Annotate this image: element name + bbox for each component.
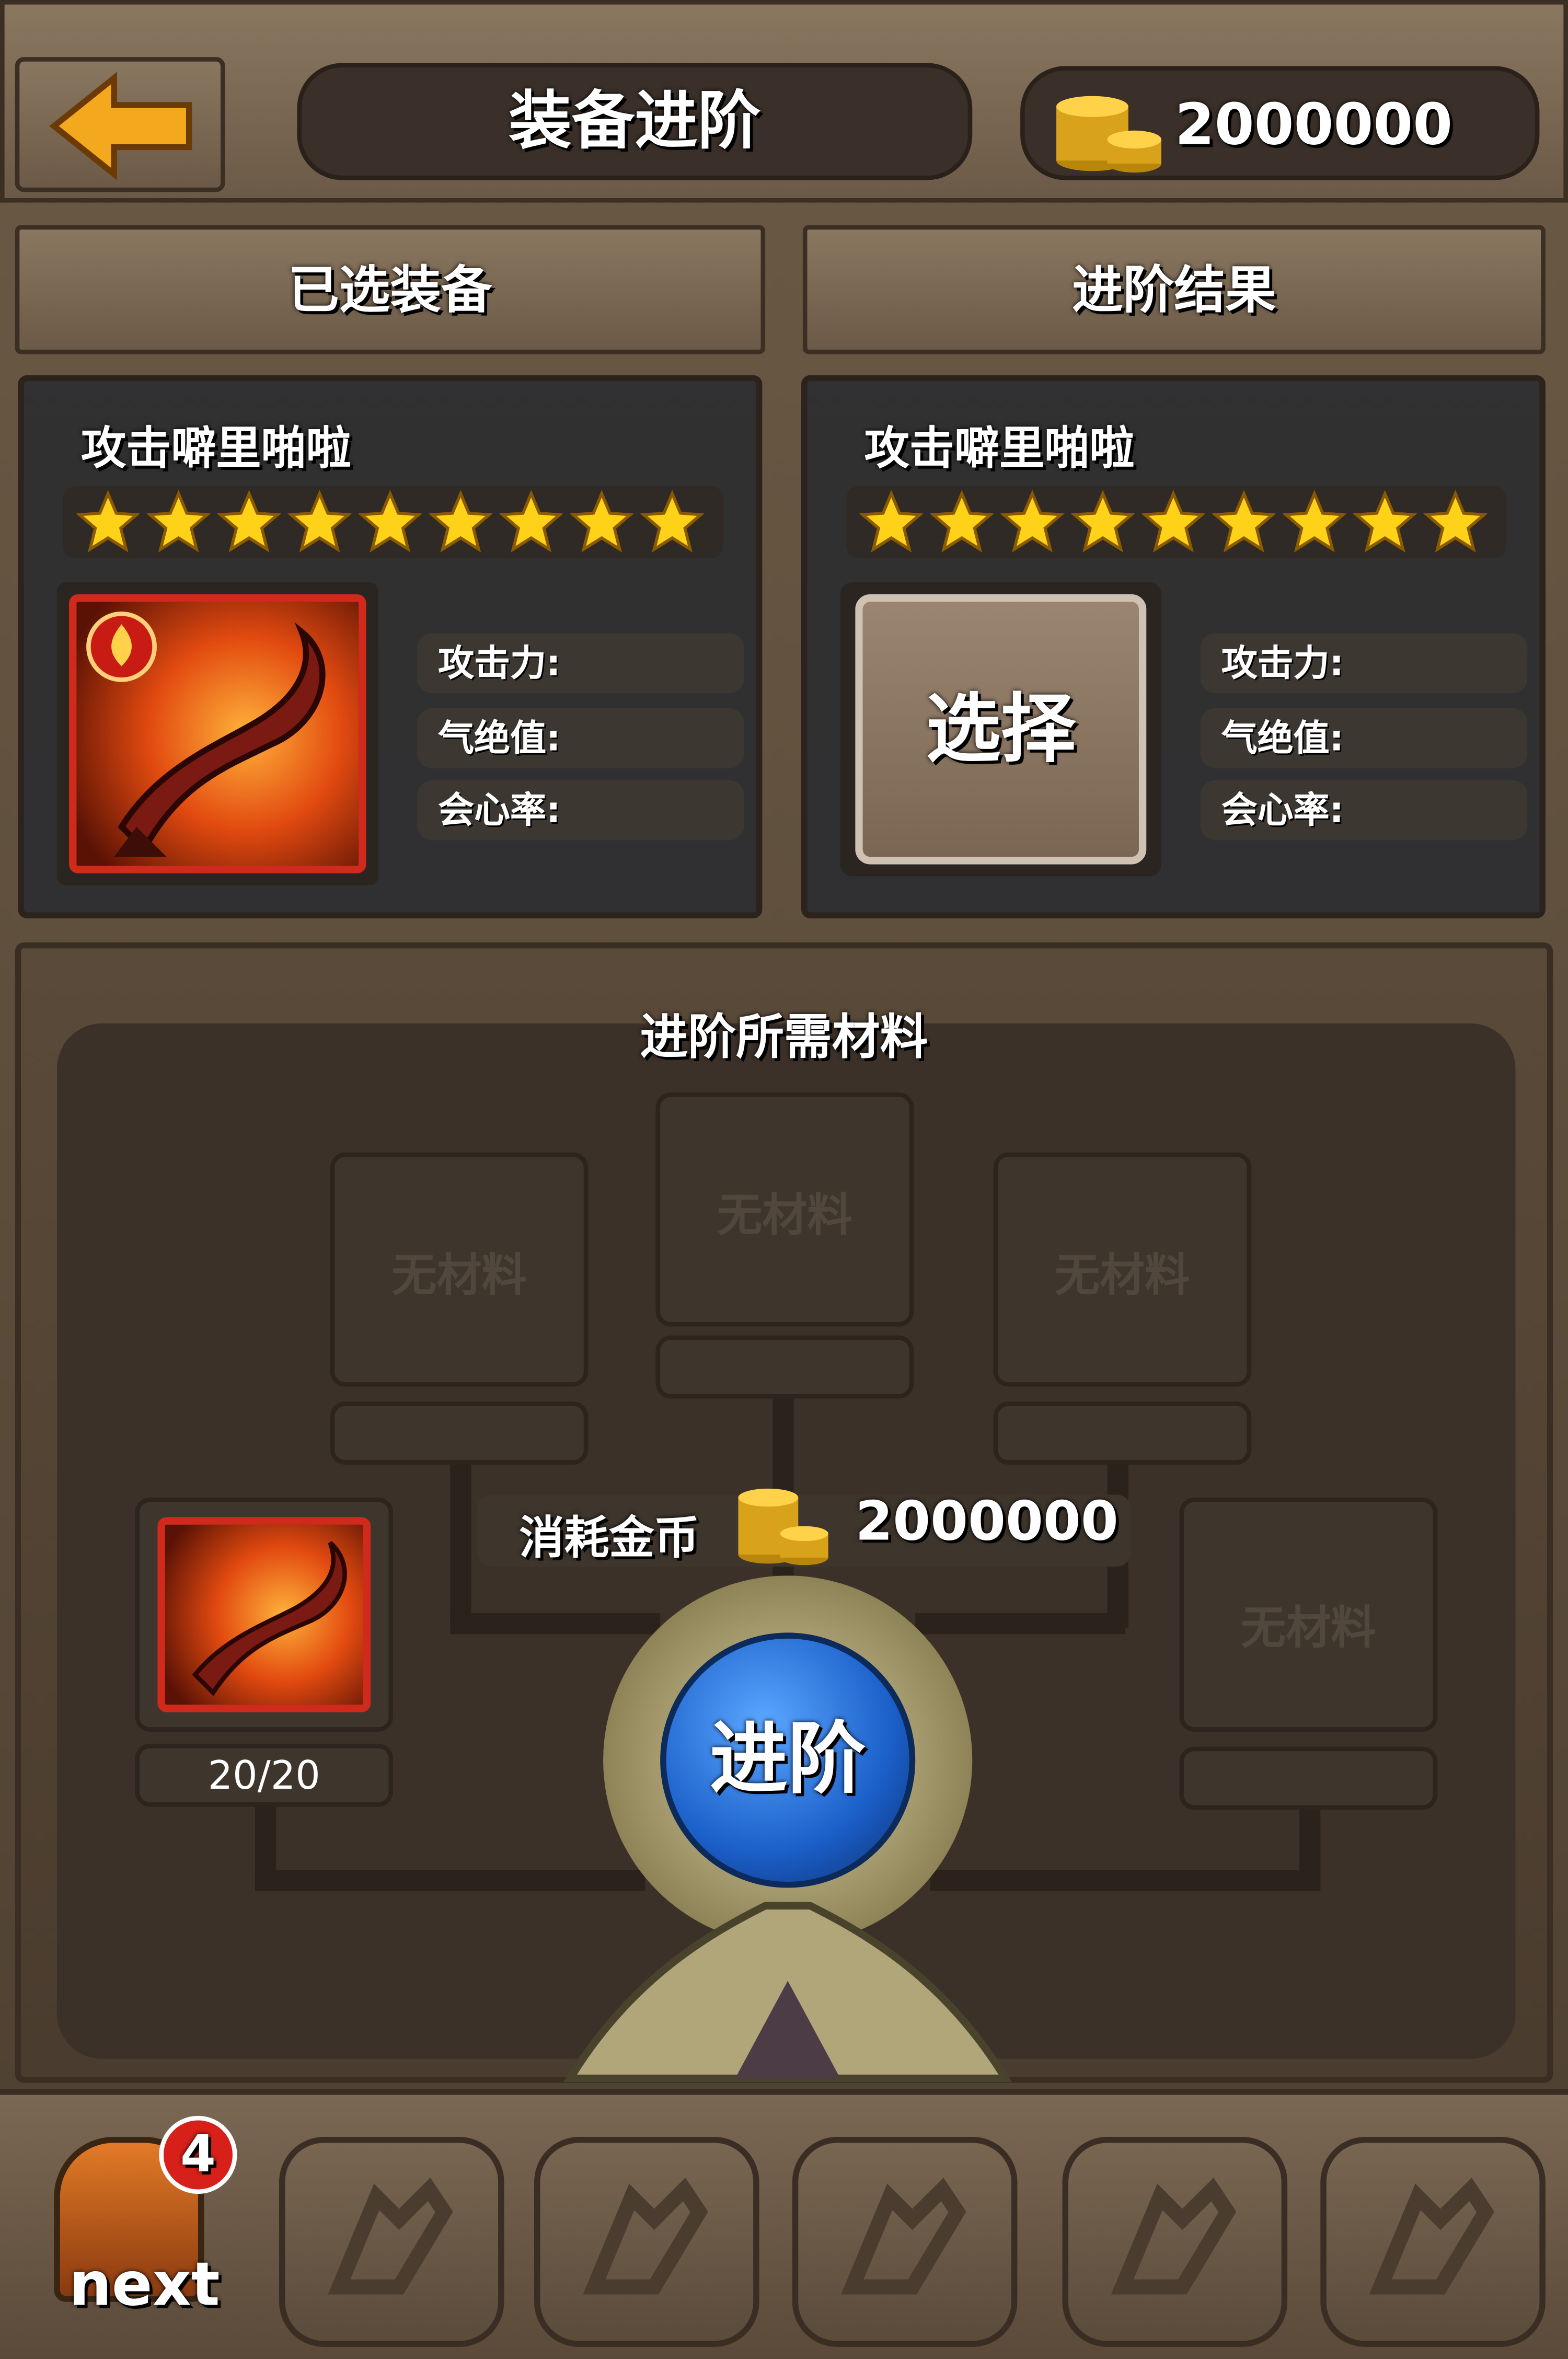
material-slot-4-label [1179,1746,1438,1810]
star-icon [569,489,635,555]
owned-material-count-box: 20/20 [135,1743,394,1807]
upgrade-button[interactable]: 进阶 [660,1632,916,1888]
tab-selected-equipment[interactable]: 已选装备 [15,225,766,354]
coin-display: 2000000 [1020,66,1540,180]
material-slot-1[interactable]: 无材料 [330,1152,589,1387]
star-icon [1352,489,1418,555]
star-icon [1140,489,1206,555]
upgrade-button-label: 进阶 [709,1715,866,1805]
cost-label: 消耗金币 [519,1512,699,1566]
owned-material-count: 20/20 [207,1754,320,1800]
star-icon [498,489,564,555]
page-title-box: 装备进阶 [297,63,973,180]
coin-stack-icon [738,1488,828,1566]
flame-weapon-icon [192,1540,347,1697]
tab-selected-label: 已选装备 [288,261,492,321]
result-stat-crit: 会心率: [1200,780,1528,841]
ornament-pedestal [563,1902,1012,2082]
result-star-rating [846,486,1507,558]
coin-stack-icon [1056,96,1161,173]
selected-item-name: 攻击噼里啪啦 [81,423,351,476]
material-slot-1-label [330,1401,589,1465]
tab-result-label: 进阶结果 [1072,261,1276,321]
star-icon [1423,489,1489,555]
upgrade-screen: 装备进阶 2000000 已选装备 进阶结果 攻击噼里啪啦 攻击力: 气绝值: … [0,0,1568,2359]
tab-upgrade-result[interactable]: 进阶结果 [802,225,1546,354]
star-icon [357,489,423,555]
lock-rune-icon [583,2177,708,2295]
material-empty-label: 无材料 [391,1250,527,1303]
cost-value: 2000000 [855,1491,1119,1554]
star-icon [639,489,705,555]
star-icon [1282,489,1347,555]
next-label: next [69,2251,220,2320]
materials-title: 进阶所需材料 [640,1008,928,1066]
material-slot-2-label [655,1336,914,1399]
select-button[interactable]: 选择 [840,582,1161,877]
result-item-name: 攻击噼里啪啦 [864,423,1135,476]
star-icon [1070,489,1136,555]
selected-equipment-panel: 攻击噼里啪啦 攻击力: 气绝值: 会心率: [18,375,763,918]
next-button[interactable]: next 4 [30,2115,255,2341]
owned-material-slot[interactable] [135,1498,394,1732]
locked-slot-4[interactable] [1062,2137,1288,2347]
badge-count: 4 [180,2125,216,2185]
selected-star-rating [63,486,723,558]
material-slot-3[interactable]: 无材料 [993,1152,1252,1387]
locked-slot-2[interactable] [534,2137,759,2347]
result-stat-attack: 攻击力: [1200,633,1528,694]
fire-element-icon [86,611,157,682]
selected-stat-attack: 攻击力: [417,633,744,694]
material-empty-label: 无材料 [717,1190,852,1243]
star-icon [75,489,141,555]
star-icon [929,489,995,555]
star-icon [858,489,924,555]
upgrade-result-panel: 攻击噼里啪啦 选择 攻击力: 气绝值: 会心率: [801,375,1546,918]
star-icon [999,489,1065,555]
lock-rune-icon [328,2177,453,2295]
material-slot-3-label [993,1401,1252,1465]
lock-rune-icon [841,2177,966,2295]
star-icon [145,489,211,555]
page-title: 装备进阶 [509,84,761,158]
coin-amount: 2000000 [1174,91,1453,158]
lock-rune-icon [1369,2177,1495,2295]
lock-rune-icon [1111,2177,1237,2295]
back-arrow-icon [49,72,192,180]
material-empty-label: 无材料 [1055,1250,1190,1303]
star-icon [428,489,493,555]
material-empty-label: 无材料 [1241,1603,1376,1655]
star-icon [216,489,282,555]
select-label: 选择 [926,685,1076,773]
star-icon [1211,489,1277,555]
locked-slot-5[interactable] [1320,2137,1546,2347]
star-icon [286,489,352,555]
locked-slot-1[interactable] [279,2137,504,2347]
back-button[interactable] [15,57,225,192]
selected-stat-crit: 会心率: [417,780,744,841]
notification-badge: 4 [159,2115,237,2194]
cost-display: 消耗金币 2000000 [477,1488,1132,1567]
result-stat-stun: 气绝值: [1200,708,1528,768]
material-slot-2[interactable]: 无材料 [655,1092,914,1327]
locked-slot-3[interactable] [792,2137,1018,2347]
selected-stat-stun: 气绝值: [417,708,744,768]
material-slot-4[interactable]: 无材料 [1179,1498,1438,1732]
selected-item-icon[interactable] [57,582,378,885]
